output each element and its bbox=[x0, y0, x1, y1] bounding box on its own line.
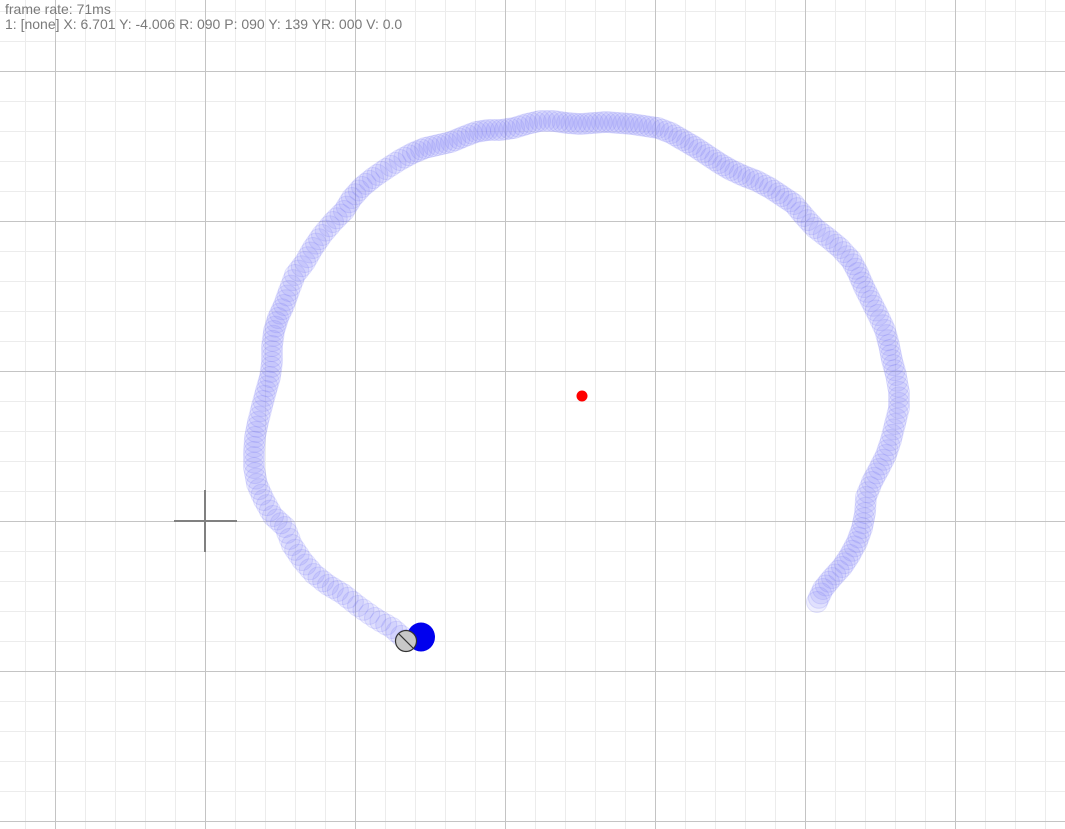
target-point bbox=[576, 390, 588, 402]
field-svg bbox=[0, 0, 1065, 829]
trail-point bbox=[806, 591, 828, 613]
hud-overlay: frame rate: 71ms 1: [none] X: 6.701 Y: -… bbox=[5, 2, 402, 32]
frame-rate-label: frame rate: 71ms bbox=[5, 1, 111, 17]
status-readout: 1: [none] X: 6.701 Y: -4.006 R: 090 P: 0… bbox=[5, 16, 403, 32]
simulation-canvas[interactable]: frame rate: 71ms 1: [none] X: 6.701 Y: -… bbox=[0, 0, 1065, 829]
crosshair-icon bbox=[174, 490, 237, 552]
robot-heading-icon bbox=[394, 629, 418, 653]
